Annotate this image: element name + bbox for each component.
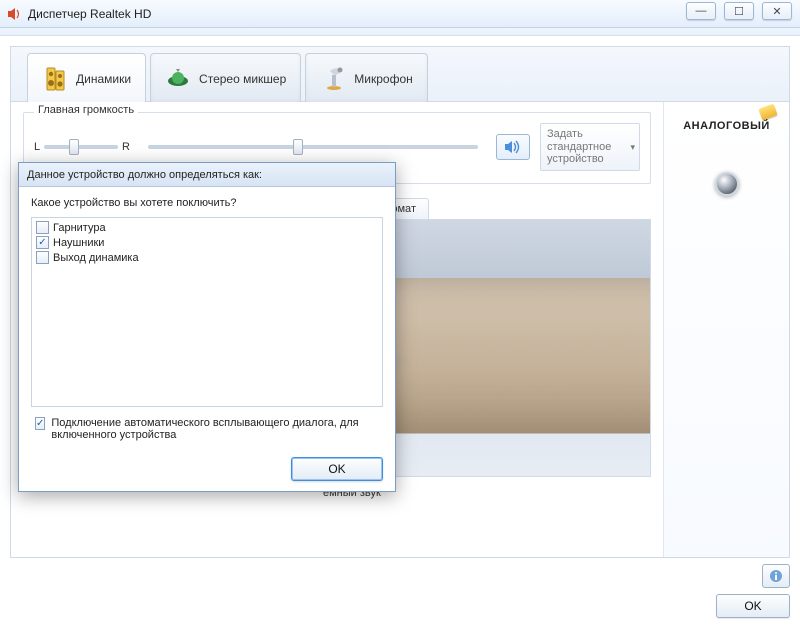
balance-left-label: L (34, 141, 40, 153)
option-label: Выход динамика (53, 252, 139, 264)
window-title: Диспетчер Realtek HD (28, 7, 151, 21)
close-button[interactable]: ✕ (762, 2, 792, 20)
window-controls: — ☐ ✕ (686, 2, 792, 20)
decorative-strip (0, 28, 800, 36)
mute-button[interactable] (496, 134, 530, 160)
analog-label: АНАЛОГОВЫЙ (683, 120, 770, 132)
tab-stereo-mixer[interactable]: Стерео микшер (150, 53, 301, 103)
group-legend: Главная громкость (34, 104, 138, 116)
info-button[interactable] (762, 564, 790, 588)
device-tabs: Динамики Стерео микшер Микр (10, 46, 790, 102)
dialog-question: Какое устройство вы хотете поключить? (31, 197, 383, 209)
option-speaker-out[interactable]: Выход динамика (36, 250, 378, 265)
tab-label: Микрофон (354, 72, 412, 86)
balance-right-label: R (122, 141, 130, 153)
right-panel: АНАЛОГОВЫЙ (663, 102, 789, 557)
checkbox[interactable] (36, 251, 49, 264)
device-type-dialog: Данное устройство должно определяться ка… (18, 162, 396, 492)
minimize-button[interactable]: — (686, 2, 716, 20)
option-label: Гарнитура (53, 222, 106, 234)
checkbox[interactable]: ✓ (35, 417, 45, 430)
option-headset[interactable]: Гарнитура (36, 220, 378, 235)
mixer-icon (165, 65, 193, 93)
checkbox[interactable]: ✓ (36, 236, 49, 249)
balance-slider[interactable]: L R (34, 141, 130, 153)
audio-jack-icon[interactable] (715, 172, 739, 196)
info-icon (769, 569, 783, 583)
sound-icon (504, 139, 522, 155)
preset-label: Задать стандартное устройство (547, 128, 611, 165)
ok-label: OK (328, 462, 345, 476)
maximize-button[interactable]: ☐ (724, 2, 754, 20)
volume-slider[interactable] (148, 145, 478, 149)
titlebar: Диспетчер Realtek HD — ☐ ✕ (0, 0, 800, 28)
default-device-dropdown[interactable]: Задать стандартное устройство (540, 123, 640, 171)
dialog-title: Данное устройство должно определяться ка… (19, 163, 395, 187)
ok-label: OK (744, 599, 761, 613)
option-label: Наушники (53, 237, 104, 249)
microphone-icon (320, 65, 348, 93)
app-speaker-icon (6, 6, 22, 22)
tab-speakers[interactable]: Динамики (27, 53, 146, 103)
tab-label: Стерео микшер (199, 72, 286, 86)
tab-microphone[interactable]: Микрофон (305, 53, 427, 103)
speakers-icon (42, 65, 70, 93)
folder-icon[interactable] (758, 104, 777, 121)
tab-label: Динамики (76, 72, 131, 86)
dialog-ok-button[interactable]: OK (291, 457, 383, 481)
auto-popup-label: Подключение автоматического всплывающего… (51, 417, 383, 441)
option-headphones[interactable]: ✓ Наушники (36, 235, 378, 250)
checkbox[interactable] (36, 221, 49, 234)
device-option-list: Гарнитура ✓ Наушники Выход динамика (31, 217, 383, 407)
auto-popup-checkbox-row[interactable]: ✓ Подключение автоматического всплывающе… (31, 417, 383, 441)
ok-button[interactable]: OK (716, 594, 790, 618)
